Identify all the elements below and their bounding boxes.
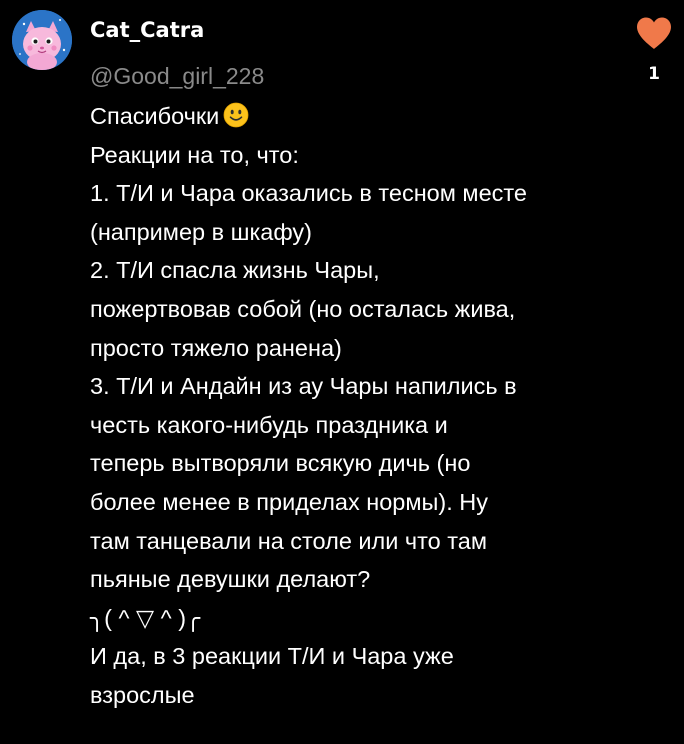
comment-line: пьяные девушки делают?	[90, 566, 371, 593]
comment-line: более менее в приделах нормы). Ну	[90, 488, 489, 515]
comment-line: там танцевали на столе или что там	[90, 527, 487, 554]
pink-cat-avatar-icon	[12, 10, 72, 70]
comment-line: 2. Т/И спасла жизнь Чары,	[90, 257, 380, 284]
avatar[interactable]	[12, 10, 72, 70]
kaomoji-line: ╮( ^ ▽ ^ )╭	[90, 604, 201, 631]
comment-line: 3. Т/И и Андайн из ау Чары напились в	[90, 373, 517, 400]
username[interactable]: Cat_Catra	[90, 16, 204, 44]
comment-line: (например в шкафу)	[90, 218, 312, 245]
comment-header: Cat_Catra	[90, 16, 204, 44]
comment-line: пожертвовав собой (но осталась жива,	[90, 295, 516, 322]
comment-line-text: Спасибочки	[90, 103, 220, 129]
comment-text: Спасибочки Реакции на то, что: 1. Т/И и …	[90, 97, 610, 715]
like-button[interactable]	[634, 16, 674, 50]
comment-line: И да, в 3 реакции Т/И и Чара уже	[90, 643, 454, 670]
heart-icon	[637, 17, 671, 49]
comment-line: честь какого-нибудь праздника и	[90, 411, 448, 438]
slightly-smiling-face-icon	[223, 102, 249, 128]
comment-line: 1. Т/И и Чара оказались в тесном месте	[90, 180, 527, 207]
comment-line: Реакции на то, что:	[90, 141, 299, 168]
mention-link[interactable]: @Good_girl_228	[90, 59, 264, 93]
comment-item: Cat_Catra @Good_girl_228 Спасибочки Реак…	[0, 0, 684, 744]
comment-line: просто тяжело ранена)	[90, 334, 342, 361]
comment-line: теперь вытворяли всякую дичь (но	[90, 450, 471, 477]
comment-line: Спасибочки	[90, 97, 610, 136]
comment-line: взрослые	[90, 681, 195, 708]
like-count: 1	[648, 64, 660, 84]
